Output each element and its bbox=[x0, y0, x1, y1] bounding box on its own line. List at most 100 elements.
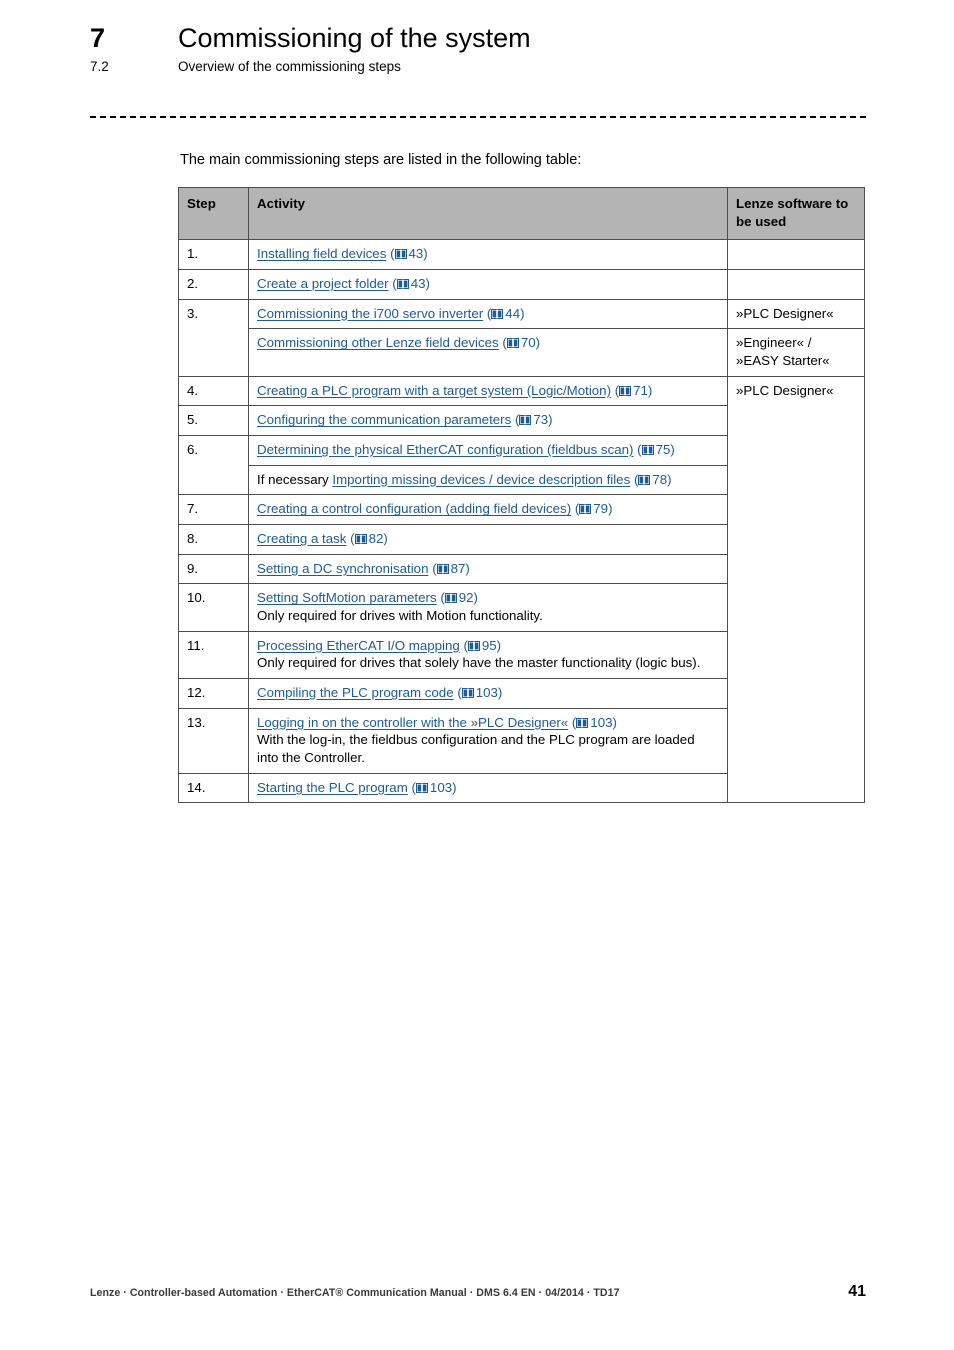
activity-line: Setting SoftMotion parameters (92) bbox=[257, 589, 719, 607]
page-reference[interactable]: (92) bbox=[440, 590, 478, 605]
activity-link[interactable]: Creating a control configuration (adding… bbox=[257, 501, 571, 516]
book-icon bbox=[394, 249, 407, 260]
page-reference[interactable]: (70) bbox=[502, 335, 540, 350]
book-icon bbox=[641, 445, 654, 456]
activity-cell: Create a project folder (43) bbox=[248, 269, 728, 300]
intro-paragraph: The main commissioning steps are listed … bbox=[180, 152, 582, 168]
step-number-cell: 3. bbox=[178, 298, 249, 377]
page-reference[interactable]: (44) bbox=[487, 306, 525, 321]
commissioning-steps-table: Step Activity Lenze software to be used … bbox=[178, 186, 865, 804]
book-icon bbox=[491, 308, 504, 319]
activity-cell: Installing field devices (43) bbox=[248, 239, 728, 271]
software-cell: »PLC Designer« bbox=[727, 375, 865, 804]
chapter-number: 7 bbox=[90, 23, 106, 53]
table-row: 1. Installing field devices (43) bbox=[178, 239, 865, 271]
software-line: »PLC Designer« bbox=[736, 305, 834, 321]
book-icon bbox=[576, 717, 589, 728]
column-header-activity: Activity bbox=[248, 186, 728, 241]
step-number-cell: 1. bbox=[178, 239, 249, 271]
page-reference[interactable]: (71) bbox=[615, 383, 653, 398]
activity-cell: Setting SoftMotion parameters (92) Only r… bbox=[248, 583, 728, 632]
header-divider bbox=[90, 116, 866, 118]
activity-line: Creating a PLC program with a target sys… bbox=[257, 382, 719, 400]
activity-link[interactable]: Configuring the communication parameters bbox=[257, 412, 511, 427]
activity-link[interactable]: Starting the PLC program bbox=[257, 780, 408, 795]
footer-page-number: 41 bbox=[848, 1283, 866, 1300]
activity-link[interactable]: Setting a DC synchronisation bbox=[257, 561, 428, 576]
activity-cell: Determining the physical EtherCAT config… bbox=[248, 435, 728, 466]
activity-cell: Setting a DC synchronisation (87) bbox=[248, 553, 728, 585]
book-icon bbox=[354, 534, 367, 545]
activity-link[interactable]: Logging in on the controller with the »P… bbox=[257, 715, 568, 730]
page-header: 7 Commissioning of the system 7.2 Overvi… bbox=[90, 24, 870, 76]
section-heading: 7.2 Overview of the commissioning steps bbox=[90, 59, 870, 75]
step-number-cell: 12. bbox=[178, 678, 249, 709]
column-header-software: Lenze software to be used bbox=[727, 186, 865, 241]
page-reference[interactable]: (95) bbox=[463, 638, 501, 653]
software-line: »EASY Starter« bbox=[736, 353, 830, 369]
activity-cell: Creating a PLC program with a target sys… bbox=[248, 375, 728, 407]
activity-cell: Commissioning other Lenze field devices … bbox=[248, 328, 728, 377]
software-cell: »Engineer« / »EASY Starter« bbox=[727, 328, 865, 377]
book-icon bbox=[519, 415, 532, 426]
activity-link[interactable]: Installing field devices bbox=[257, 246, 386, 261]
table-row: 4. Creating a PLC program with a target s… bbox=[178, 375, 865, 804]
page-reference[interactable]: (82) bbox=[350, 531, 388, 546]
activity-cell: Logging in on the controller with the »P… bbox=[248, 707, 728, 774]
page-reference[interactable]: (73) bbox=[515, 412, 553, 427]
activity-link[interactable]: Commissioning the i700 servo inverter bbox=[257, 306, 483, 321]
page-reference[interactable]: (103) bbox=[457, 685, 502, 700]
page-reference[interactable]: (43) bbox=[390, 246, 428, 261]
table-row: Commissioning other Lenze field devices … bbox=[179, 328, 865, 377]
footer-imprint: Lenze · Controller-based Automation · Et… bbox=[90, 1287, 620, 1299]
page-reference[interactable]: (103) bbox=[411, 780, 456, 795]
software-cell bbox=[727, 269, 865, 300]
step-number-cell: 13. bbox=[178, 707, 249, 774]
activity-cell: If necessary Importing missing devices /… bbox=[248, 464, 728, 496]
step-number-cell: 5. bbox=[178, 405, 249, 437]
page-reference[interactable]: (103) bbox=[572, 715, 617, 730]
activity-link[interactable]: Importing missing devices / device descr… bbox=[332, 472, 630, 487]
column-header-step: Step bbox=[178, 186, 249, 241]
activity-link[interactable]: Create a project folder bbox=[257, 276, 389, 291]
activity-link[interactable]: Determining the physical EtherCAT config… bbox=[257, 442, 633, 457]
activity-note: With the log-in, the fieldbus configurat… bbox=[257, 732, 695, 766]
book-icon bbox=[461, 688, 474, 699]
activity-link[interactable]: Commissioning other Lenze field devices bbox=[257, 335, 499, 350]
book-icon bbox=[444, 593, 457, 604]
page-reference[interactable]: (87) bbox=[432, 561, 470, 576]
activity-cell: Processing EtherCAT I/O mapping (95) Only… bbox=[248, 630, 728, 680]
page-reference[interactable]: (43) bbox=[392, 276, 430, 291]
section-number: 7.2 bbox=[90, 59, 109, 75]
book-icon bbox=[619, 385, 632, 396]
activity-link[interactable]: Processing EtherCAT I/O mapping bbox=[257, 638, 460, 653]
activity-cell: Configuring the communication parameters… bbox=[248, 405, 728, 437]
step-number-cell: 10. bbox=[178, 583, 249, 632]
activity-link[interactable]: Compiling the PLC program code bbox=[257, 685, 454, 700]
table-head: Step Activity Lenze software to be used bbox=[178, 186, 865, 241]
page-reference[interactable]: (75) bbox=[637, 442, 675, 457]
activity-line: Starting the PLC program (103) bbox=[257, 779, 719, 797]
activity-link[interactable]: Setting SoftMotion parameters bbox=[257, 590, 437, 605]
activity-line: Installing field devices (43) bbox=[257, 245, 719, 263]
activity-link[interactable]: Creating a PLC program with a target sys… bbox=[257, 383, 611, 398]
activity-cell: Creating a task (82) bbox=[248, 524, 728, 555]
book-icon bbox=[467, 640, 480, 651]
book-icon bbox=[396, 279, 409, 290]
activity-cell: Starting the PLC program (103) bbox=[248, 772, 728, 804]
activity-cell: Compiling the PLC program code (103) bbox=[248, 678, 728, 709]
table-body: 1. Installing field devices (43) 2. Create… bbox=[178, 239, 865, 804]
book-icon bbox=[579, 504, 592, 515]
software-cell: »PLC Designer« bbox=[727, 298, 865, 330]
book-icon bbox=[506, 338, 519, 349]
activity-cell: Commissioning the i700 servo inverter (4… bbox=[248, 298, 728, 330]
page-reference[interactable]: (78) bbox=[634, 472, 672, 487]
activity-line: Creating a task (82) bbox=[257, 530, 719, 548]
activity-line: Setting a DC synchronisation (87) bbox=[257, 560, 719, 578]
activity-line: Determining the physical EtherCAT config… bbox=[257, 441, 719, 459]
activity-note: Only required for drives that solely hav… bbox=[257, 655, 701, 671]
step-number-cell: 6. bbox=[178, 435, 249, 496]
activity-link[interactable]: Creating a task bbox=[257, 531, 346, 546]
page-reference[interactable]: (79) bbox=[575, 501, 613, 516]
table-row: 2. Create a project folder (43) bbox=[178, 269, 865, 300]
